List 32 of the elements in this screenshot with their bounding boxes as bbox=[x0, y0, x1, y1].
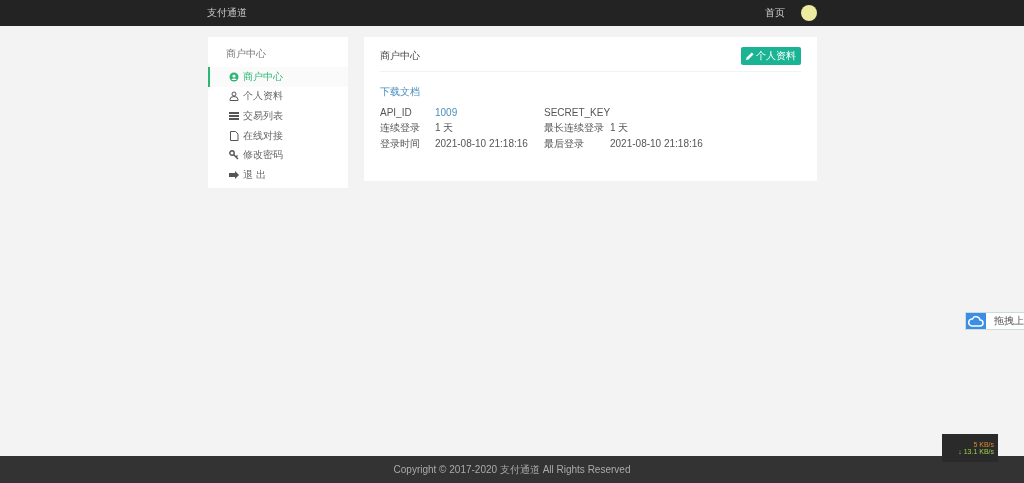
sidebar-heading: 商户中心 bbox=[225, 47, 267, 61]
file-icon bbox=[229, 130, 239, 141]
cloud-icon bbox=[966, 313, 986, 329]
sidebar-item[interactable]: 退 出 bbox=[208, 164, 348, 185]
field-value: 1 天 bbox=[435, 121, 455, 136]
field-value: 2021-08-10 21:18:16 bbox=[610, 138, 704, 150]
user-icon bbox=[229, 71, 239, 82]
field-label: API_ID bbox=[380, 107, 413, 119]
nav-link[interactable]: 首页 bbox=[765, 7, 785, 18]
sidebar-item[interactable]: 交易列表 bbox=[208, 106, 348, 126]
value-link[interactable]: 1009 bbox=[435, 107, 544, 119]
key-icon bbox=[229, 150, 239, 161]
panel-title: 商户中心 bbox=[380, 49, 420, 63]
sign-out-icon bbox=[229, 169, 239, 180]
field-label: 连续登录 bbox=[380, 121, 421, 136]
pencil-icon bbox=[746, 52, 754, 60]
download-docs-link[interactable]: 下载文档 bbox=[380, 85, 420, 99]
user-icon bbox=[229, 91, 239, 102]
field-value: 1 天 bbox=[610, 121, 630, 136]
field-label: SECRET_KEY bbox=[544, 107, 610, 119]
copyright-text: Copyright © 2017-2020 支付通道 All Rights Reserved bbox=[393, 462, 631, 477]
upload-widget[interactable]: 拖拽上 bbox=[965, 312, 1024, 330]
field-label: 登录时间 bbox=[380, 136, 421, 151]
brand-title[interactable]: 支付通道 bbox=[207, 6, 247, 20]
field-label: 最长连续登录 bbox=[544, 121, 605, 136]
sidebar-item[interactable]: 修改密码 bbox=[208, 145, 348, 165]
field-label: 最后登录 bbox=[544, 136, 585, 151]
avatar-icon[interactable] bbox=[801, 5, 817, 21]
list-icon bbox=[229, 111, 239, 121]
field-value: 2021-08-10 21:18:16 bbox=[435, 138, 529, 150]
sidebar-item[interactable]: 在线对接 bbox=[208, 125, 348, 146]
sidebar-item[interactable]: 个人资料 bbox=[208, 86, 348, 107]
